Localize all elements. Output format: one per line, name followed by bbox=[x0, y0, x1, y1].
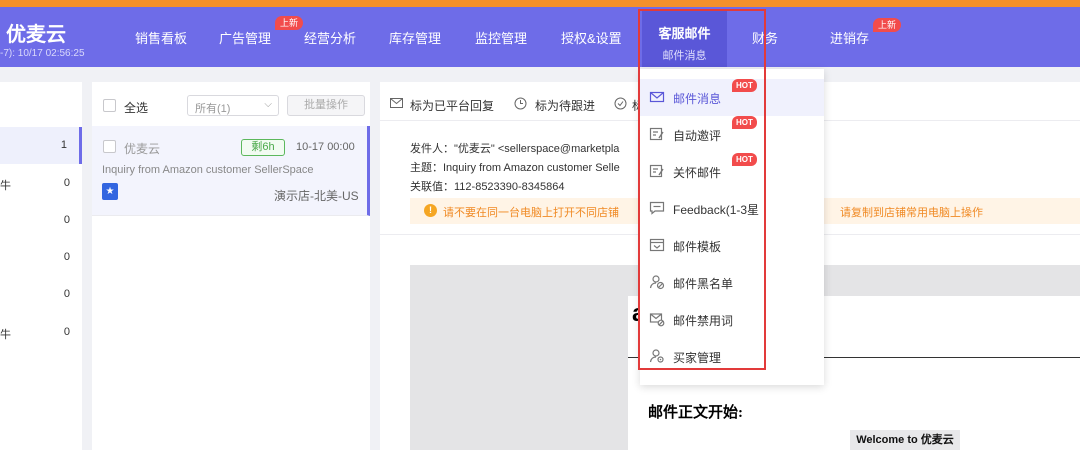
folder-count: 0 bbox=[63, 214, 70, 226]
highlight-annotation-box bbox=[638, 9, 766, 370]
remaining-time-badge: 剩6h bbox=[241, 139, 285, 156]
check-circle-icon bbox=[614, 97, 627, 113]
folder-count: 0 bbox=[63, 251, 70, 263]
mark-follow-up-button[interactable]: 标为待跟进 bbox=[535, 97, 595, 114]
folder-label: 牛 bbox=[0, 180, 11, 192]
server-time: -7): 10/17 02:56:25 bbox=[0, 48, 85, 59]
folder-count: 0 bbox=[63, 288, 70, 300]
mail-body-start: 邮件正文开始: bbox=[648, 405, 743, 421]
filter-value: 所有(1) bbox=[195, 103, 231, 115]
related-line: 关联值：112-8523390-8345864 bbox=[410, 181, 565, 193]
clock-icon bbox=[514, 97, 527, 113]
nav-purchase-sales-stock[interactable]: 进销存 bbox=[830, 28, 869, 47]
brand-name: 优麦云 bbox=[6, 24, 66, 46]
nav-monitoring[interactable]: 监控管理 bbox=[475, 28, 527, 47]
folder-label: 牛 bbox=[0, 329, 11, 341]
new-badge: 上新 bbox=[873, 18, 902, 32]
nav-business-analysis[interactable]: 经营分析 bbox=[304, 28, 356, 47]
star-icon[interactable]: ★ bbox=[102, 183, 118, 200]
warning-text-continued: 请复制到店铺常用电脑上操作 bbox=[840, 207, 983, 219]
mail-reply-icon bbox=[390, 97, 403, 112]
message-sender: 优麦云 bbox=[124, 142, 161, 156]
warning-text: 请不要在同一台电脑上打开不同店铺 bbox=[443, 207, 619, 219]
warning-icon: ! bbox=[424, 204, 437, 217]
message-date: 10-17 00:00 bbox=[296, 141, 355, 153]
folder-row[interactable]: 0 bbox=[0, 202, 82, 239]
folder-panel: 1 牛 0 0 0 0 牛 0 bbox=[0, 82, 82, 450]
folder-row[interactable]: 1 bbox=[0, 127, 82, 164]
folder-row[interactable]: 牛 0 bbox=[0, 165, 82, 202]
filter-dropdown[interactable]: 所有(1) ⌵ bbox=[187, 95, 279, 116]
subject-line: 主题：Inquiry from Amazon customer Selle bbox=[410, 162, 620, 174]
select-all-label: 全选 bbox=[124, 101, 149, 115]
message-checkbox[interactable] bbox=[103, 140, 116, 153]
new-badge: 上新 bbox=[275, 16, 304, 30]
nav-sales-dashboard[interactable]: 销售看板 bbox=[135, 28, 187, 47]
welcome-banner: Welcome to 优麦云 bbox=[850, 430, 960, 450]
top-accent-strip bbox=[0, 0, 1080, 7]
folder-count: 1 bbox=[60, 139, 67, 151]
folder-row[interactable]: 牛 0 bbox=[0, 314, 82, 351]
folder-row[interactable]: 0 bbox=[0, 276, 82, 313]
top-navigation-bar: 优麦云 -7): 10/17 02:56:25 销售看板 广告管理 上新 经营分… bbox=[0, 7, 1080, 67]
select-all-checkbox[interactable] bbox=[103, 99, 116, 112]
nav-auth-settings[interactable]: 授权&设置 bbox=[561, 28, 622, 47]
folder-row[interactable]: 0 bbox=[0, 239, 82, 276]
sender-line: 发件人："优麦云" <sellerspace@marketpla bbox=[410, 143, 620, 155]
mark-platform-replied-button[interactable]: 标为已平台回复 bbox=[410, 97, 494, 114]
batch-action-button[interactable]: 批量操作 bbox=[287, 95, 365, 116]
store-name: 演示店-北美-US bbox=[274, 189, 359, 203]
message-subject: Inquiry from Amazon customer SellerSpace bbox=[102, 164, 314, 176]
folder-count: 0 bbox=[63, 326, 70, 338]
chevron-down-icon: ⌵ bbox=[264, 99, 272, 110]
folder-count: 0 bbox=[63, 177, 70, 189]
nav-inventory[interactable]: 库存管理 bbox=[389, 28, 441, 47]
nav-ad-management[interactable]: 广告管理 bbox=[219, 28, 271, 47]
